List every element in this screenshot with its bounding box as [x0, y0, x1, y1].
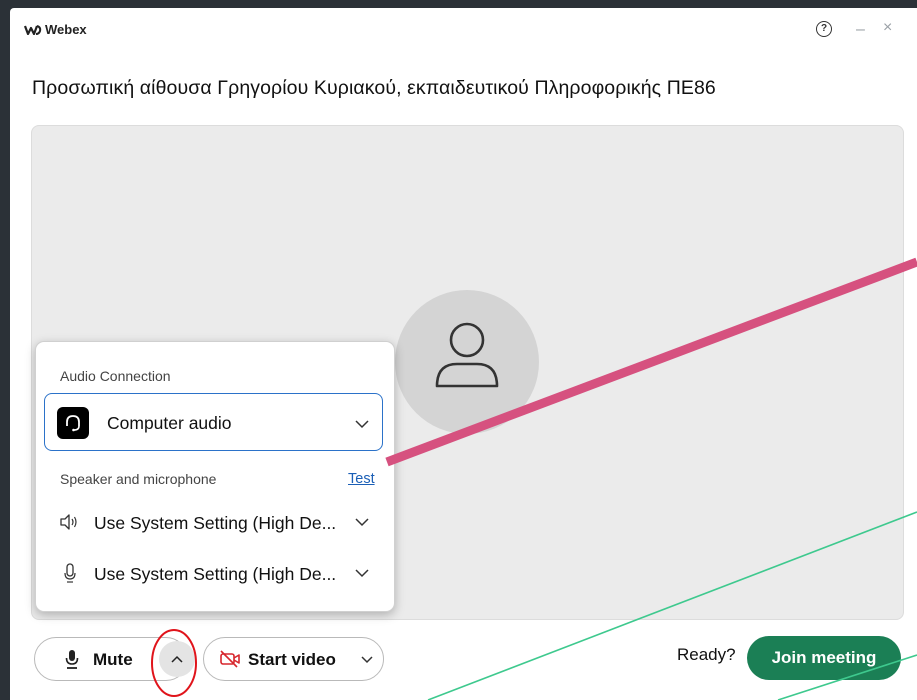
microphone-icon: [64, 563, 76, 583]
speaker-value: Use System Setting (High De...: [94, 513, 337, 533]
audio-connection-value: Computer audio: [107, 413, 232, 433]
mute-label: Mute: [93, 650, 133, 669]
user-avatar: [395, 290, 539, 434]
test-audio-link[interactable]: Test: [348, 471, 375, 487]
chevron-down-icon[interactable]: [361, 656, 373, 664]
start-video-button[interactable]: Start video: [203, 637, 384, 681]
minimize-icon[interactable]: –: [856, 21, 865, 39]
help-icon[interactable]: ?: [816, 21, 832, 37]
chevron-up-icon: [171, 655, 183, 663]
join-meeting-button[interactable]: Join meeting: [747, 636, 901, 680]
webex-window: Webex ? – × Προσωπική αίθουσα Γρηγορίου …: [10, 8, 917, 700]
meeting-title: Προσωπική αίθουσα Γρηγορίου Κυριακού, εκ…: [32, 77, 716, 99]
user-avatar-icon: [435, 322, 499, 388]
audio-options-button[interactable]: [159, 641, 195, 677]
ready-label: Ready?: [677, 645, 736, 664]
headset-icon: [57, 407, 89, 439]
speaker-microphone-label: Speaker and microphone: [60, 471, 217, 487]
meeting-controls-bar: Mute Start video Ready? Join meeting: [10, 628, 917, 700]
audio-settings-panel: Audio Connection Computer audio Speaker …: [35, 341, 395, 612]
start-video-label: Start video: [248, 650, 336, 669]
microphone-icon: [65, 650, 79, 669]
title-bar: Webex ? – ×: [10, 8, 917, 50]
speaker-icon: [60, 514, 77, 530]
mute-button[interactable]: Mute: [34, 637, 195, 681]
chevron-down-icon: [355, 518, 369, 527]
audio-connection-label: Audio Connection: [60, 368, 171, 384]
audio-connection-select[interactable]: Computer audio: [44, 393, 383, 451]
microphone-value: Use System Setting (High De...: [94, 564, 337, 584]
video-off-icon: [220, 650, 240, 668]
chevron-down-icon: [355, 569, 369, 578]
webex-logo-icon: [24, 25, 42, 35]
chevron-down-icon: [355, 420, 369, 429]
close-icon[interactable]: ×: [883, 19, 892, 37]
speaker-select[interactable]: Use System Setting (High De...: [36, 502, 394, 542]
app-name: Webex: [45, 22, 87, 37]
microphone-select[interactable]: Use System Setting (High De...: [36, 553, 394, 593]
